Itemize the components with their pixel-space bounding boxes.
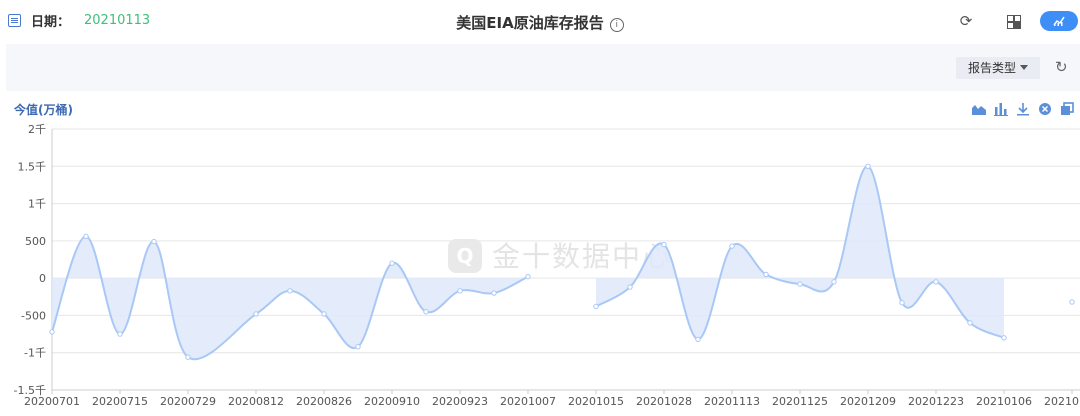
x-tick-label: 20200910: [364, 395, 420, 408]
report-type-dropdown[interactable]: 报告类型: [956, 57, 1040, 79]
x-tick-label: 20200923: [432, 395, 488, 408]
data-point[interactable]: [865, 163, 871, 169]
x-tick-label: 20201113: [704, 395, 760, 408]
x-tick-label: 20200729: [160, 395, 216, 408]
copy-icon[interactable]: [1059, 101, 1075, 117]
page-title: 美国EIA原油库存报告 i: [0, 12, 1080, 33]
title-text: 美国EIA原油库存报告: [456, 14, 604, 32]
data-point[interactable]: [423, 309, 429, 315]
y-tick-label: -500: [21, 309, 46, 322]
x-tick-label: 20210113: [1044, 395, 1080, 408]
data-point[interactable]: [151, 238, 157, 245]
data-point[interactable]: [593, 303, 599, 310]
data-point[interactable]: [287, 288, 293, 294]
data-point[interactable]: [185, 354, 191, 360]
close-icon[interactable]: [1037, 101, 1053, 117]
chart-tools: [971, 101, 1075, 117]
reload-icon[interactable]: ↻: [1055, 58, 1068, 76]
x-tick-label: 20200715: [92, 395, 148, 408]
x-tick-label: 20201028: [636, 395, 692, 408]
data-point[interactable]: [117, 331, 123, 337]
data-point[interactable]: [321, 311, 327, 317]
data-point[interactable]: [695, 336, 701, 342]
data-point[interactable]: [831, 279, 837, 285]
header: 日期： 20210113 美国EIA原油库存报告 i ⟳: [0, 0, 1080, 44]
report-type-label: 报告类型: [967, 61, 1016, 75]
data-point[interactable]: [661, 241, 667, 248]
data-point[interactable]: [967, 320, 973, 326]
x-tick-label: 20200701: [24, 395, 80, 408]
x-tick-label: 20201209: [840, 395, 896, 408]
x-tick-label: 20201223: [908, 395, 964, 408]
grid-icon[interactable]: [1004, 12, 1022, 30]
data-point[interactable]: [797, 281, 803, 287]
data-point[interactable]: [933, 279, 939, 285]
data-point[interactable]: [627, 284, 633, 290]
refresh-icon[interactable]: ⟳: [957, 12, 975, 30]
data-point[interactable]: [1001, 335, 1007, 341]
x-tick-label: 20200826: [296, 395, 352, 408]
x-tick-label: 20201015: [568, 395, 624, 408]
chart-area: Q 金十数据中心 2千 1.5千 1千 500 0 -500 -1千 -1.5千 202007…: [6, 91, 1080, 416]
series-area: [596, 166, 1004, 340]
data-point[interactable]: [253, 311, 259, 317]
y-tick-label: 0: [39, 272, 46, 285]
data-point[interactable]: [1069, 299, 1075, 305]
data-point[interactable]: [457, 288, 463, 294]
data-point[interactable]: [491, 290, 497, 296]
data-point[interactable]: [355, 344, 361, 350]
watermark-logo-glyph: Q: [456, 244, 473, 268]
chart-icon[interactable]: [1040, 11, 1078, 31]
y-tick-label: 1千: [28, 198, 46, 211]
data-point[interactable]: [525, 273, 531, 280]
x-tick-label: 20210106: [976, 395, 1032, 408]
chevron-down-icon: [1020, 65, 1028, 70]
y-tick-label: 500: [25, 235, 46, 248]
data-point[interactable]: [763, 271, 769, 278]
x-tick-label: 20200812: [228, 395, 284, 408]
bar-chart-icon[interactable]: [993, 101, 1009, 117]
chart-panel: 报告类型 ↻ Q 金十数据中心 2千 1.5千 1千 500 0 -500 -1千 -1.5千…: [6, 44, 1080, 416]
x-tick-label: 20201125: [772, 395, 828, 408]
y-axis-unit-label: 今值(万桶): [14, 103, 73, 117]
x-tick-label: 20201007: [500, 395, 556, 408]
y-tick-label: 2千: [28, 123, 46, 136]
y-tick-labels: 2千1.5千1千5000-500-1千-1.5千: [14, 123, 46, 397]
data-point[interactable]: [389, 260, 395, 266]
y-tick-label: -1千: [24, 347, 46, 360]
download-icon[interactable]: [1015, 101, 1031, 117]
watermark: Q 金十数据中心: [448, 239, 670, 273]
chart-svg: Q 金十数据中心 2千1.5千1千5000-500-1千-1.5千 202007…: [14, 123, 1080, 408]
data-point[interactable]: [49, 329, 55, 335]
data-point[interactable]: [729, 243, 735, 249]
data-point[interactable]: [83, 233, 89, 240]
info-icon[interactable]: i: [609, 18, 624, 32]
toolbar: 报告类型 ↻: [6, 44, 1080, 88]
y-tick-label: 1.5千: [18, 160, 47, 173]
data-point[interactable]: [899, 300, 905, 306]
x-tick-labels: 20200701 20200715 20200729 20200812 20200826…: [24, 395, 1080, 408]
area-chart-icon[interactable]: [971, 101, 987, 117]
